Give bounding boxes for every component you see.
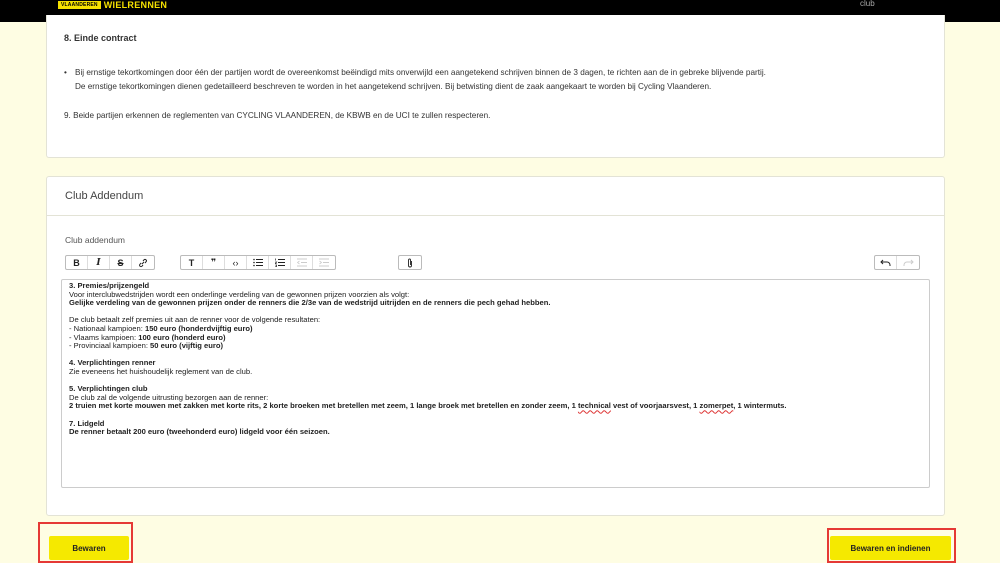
section-8-title: 8. Einde contract xyxy=(64,33,137,43)
section-8-bullet-text: Bij ernstige tekortkomingen door één der… xyxy=(75,66,766,94)
bullet-list-icon-svg xyxy=(252,258,263,267)
toolbar-history-group xyxy=(874,255,920,270)
heading-verplichtingen-renner: 4. Verplichtingen renner xyxy=(69,358,156,368)
bold-button[interactable]: B xyxy=(66,256,88,269)
spellcheck-zomerpet: zomerpet xyxy=(699,401,734,411)
strikethrough-button[interactable]: S xyxy=(110,256,132,269)
premies-distribution: Gelijke verdeling van de gewonnen prijze… xyxy=(69,298,551,308)
toolbar-block-group: T ❞ ‹› xyxy=(180,255,336,270)
club-addendum-label: Club addendum xyxy=(65,235,126,245)
code-button[interactable]: ‹› xyxy=(225,256,247,269)
link-icon[interactable] xyxy=(132,256,154,269)
premie-provinciaal: - Provinciaal kampioen: 50 euro (vijftig… xyxy=(69,341,224,351)
highlight-box-submit xyxy=(827,528,956,563)
numbered-list-icon[interactable] xyxy=(269,256,291,269)
card-header: Club Addendum xyxy=(47,177,944,216)
card-title: Club Addendum xyxy=(65,190,144,202)
heading-premies: 3. Premies/prijzengeld xyxy=(69,281,150,290)
toolbar-format-group: B I S xyxy=(65,255,155,270)
section-8-line-1: Bij ernstige tekortkomingen door één der… xyxy=(75,68,766,77)
indent-icon-svg xyxy=(319,258,329,267)
redo-icon[interactable] xyxy=(897,256,919,269)
section-9-text: 9. Beide partijen erkennen de reglemente… xyxy=(64,111,491,120)
highlight-box-save xyxy=(38,522,133,563)
club-addendum-editor[interactable]: 3. Premies/prijzengeld Voor interclubwed… xyxy=(61,279,930,488)
redo-icon-svg xyxy=(903,259,914,266)
toolbar-attach-group xyxy=(398,255,422,270)
section-8-line-2: De ernstige tekortkomingen dienen gedeta… xyxy=(75,82,712,91)
indent-icon[interactable] xyxy=(313,256,335,269)
outdent-icon[interactable] xyxy=(291,256,313,269)
undo-icon[interactable] xyxy=(875,256,897,269)
logo-badge: VLAANDEREN xyxy=(58,1,101,9)
renner-text: Zie eveneens het huishoudelijk reglement… xyxy=(69,366,253,376)
undo-icon-svg xyxy=(880,259,891,266)
heading-button[interactable]: T xyxy=(181,256,203,269)
outdent-icon-svg xyxy=(296,258,307,267)
spellcheck-technical: technical xyxy=(577,401,611,411)
paperclip-icon[interactable] xyxy=(399,256,421,269)
link-icon-svg xyxy=(139,258,147,267)
editor-content: 3. Premies/prijzengeld Voor interclubwed… xyxy=(69,281,787,437)
club-addendum-card: Club Addendum Club addendum B I S T ❞ ‹› xyxy=(46,176,945,516)
paperclip-icon-svg xyxy=(408,258,412,267)
lidgeld-text: De renner betaalt 200 euro (tweehonderd … xyxy=(69,427,330,437)
quote-button[interactable]: ❞ xyxy=(203,256,225,269)
cycling-vlaanderen-logo[interactable]: VLAANDEREN WIELRENNEN xyxy=(58,0,167,10)
heading-verplichtingen-club: 5. Verplichtingen club xyxy=(69,384,148,394)
numbered-list-icon-svg xyxy=(274,258,285,267)
club-equipment-list: 2 truien met korte mouwen met zakken met… xyxy=(69,401,787,411)
italic-button[interactable]: I xyxy=(88,256,110,269)
logo-text: WIELRENNEN xyxy=(103,0,168,10)
bullet-dot: • xyxy=(64,68,67,77)
bullet-list-icon[interactable] xyxy=(247,256,269,269)
nav-club-link[interactable]: club xyxy=(860,0,875,8)
